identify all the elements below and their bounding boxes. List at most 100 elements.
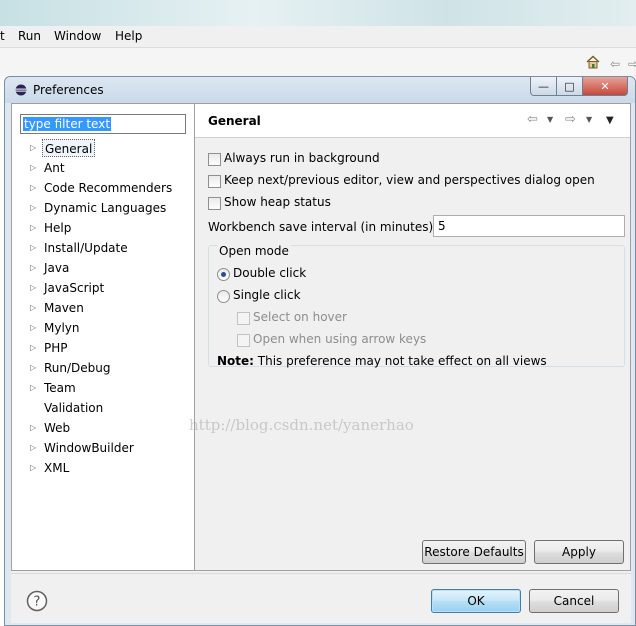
background-window-titlebar <box>0 0 636 26</box>
tree-item-help[interactable]: ▷ Help <box>12 218 194 238</box>
tree-item-general[interactable]: ▷ General <box>12 138 194 158</box>
watermark: http://blog.csdn.net/yanerhao <box>189 416 414 434</box>
menu-item-help[interactable]: Help <box>115 29 142 43</box>
page-title: General <box>208 114 261 128</box>
maximize-button[interactable]: □ <box>557 77 583 96</box>
view-menu-icon[interactable]: ▼ <box>606 115 614 126</box>
expand-arrow-icon[interactable]: ▷ <box>30 338 36 358</box>
tree-item-label: JavaScript <box>44 281 105 295</box>
home-icon[interactable] <box>586 55 600 69</box>
expand-arrow-icon[interactable]: ▷ <box>30 238 36 258</box>
open-mode-note: Note: This preference may not take effec… <box>217 354 547 368</box>
note-label: Note: <box>217 354 254 368</box>
filter-input[interactable]: type filter text <box>20 114 186 134</box>
expand-arrow-icon[interactable]: ▷ <box>30 298 36 318</box>
tree-item-label: Mylyn <box>44 321 80 335</box>
help-icon[interactable]: ? <box>26 590 48 612</box>
expand-arrow-icon[interactable]: ▷ <box>30 158 36 178</box>
expand-arrow-icon[interactable]: ▷ <box>30 378 36 398</box>
minimize-button[interactable]: — <box>530 77 557 96</box>
svg-text:?: ? <box>34 595 41 610</box>
tree-item-windowbuilder[interactable]: ▷ WindowBuilder <box>12 438 194 458</box>
tree-item-label: Code Recommenders <box>44 181 173 195</box>
tree-item-install-update[interactable]: ▷ Install/Update <box>12 238 194 258</box>
expand-arrow-icon[interactable]: ▷ <box>30 258 36 278</box>
restore-defaults-button[interactable]: Restore Defaults <box>422 540 526 564</box>
tree-item-label: Dynamic Languages <box>44 201 167 215</box>
expand-arrow-icon[interactable]: ▷ <box>30 318 36 338</box>
ok-button[interactable]: OK <box>431 589 521 613</box>
tree-item-validation[interactable]: Validation <box>12 398 194 418</box>
radio-label: Double click <box>233 266 307 280</box>
checkbox-box[interactable] <box>208 197 221 210</box>
expand-arrow-icon[interactable]: ▷ <box>30 198 36 218</box>
expand-arrow-icon[interactable]: ▷ <box>30 138 36 158</box>
forward-arrow-icon[interactable]: ⇨ <box>628 57 636 71</box>
preferences-dialog: Preferences — □ ✕ type filter text ▷ Gen… <box>4 76 636 626</box>
expand-arrow-icon[interactable]: ▷ <box>30 438 36 458</box>
preferences-tree-panel: type filter text ▷ General ▷ Ant ▷ Code … <box>11 103 195 571</box>
tree-item-mylyn[interactable]: ▷ Mylyn <box>12 318 194 338</box>
note-text: This preference may not take effect on a… <box>253 354 547 368</box>
tree-item-label: Maven <box>44 301 84 315</box>
forward-arrow-icon[interactable]: ⇨ <box>565 112 576 127</box>
window-controls: — □ ✕ <box>530 77 628 97</box>
tree-item-label: Java <box>44 261 70 275</box>
checkbox-label: Keep next/previous editor, view and pers… <box>224 173 595 187</box>
tree-item-label: WindowBuilder <box>44 441 134 455</box>
chevron-down-icon[interactable]: ▼ <box>586 115 592 124</box>
tree-item-label: General <box>42 139 96 157</box>
radio-button[interactable] <box>217 268 230 281</box>
background-toolbar <box>0 48 636 76</box>
preferences-tree: ▷ General ▷ Ant ▷ Code Recommenders ▷ Dy… <box>12 138 194 478</box>
dialog-titlebar[interactable]: Preferences — □ ✕ <box>5 77 635 103</box>
tree-item-label: Help <box>44 221 72 235</box>
expand-arrow-icon[interactable]: ▷ <box>30 278 36 298</box>
tree-item-javascript[interactable]: ▷ JavaScript <box>12 278 194 298</box>
close-button[interactable]: ✕ <box>583 77 628 96</box>
expand-arrow-icon[interactable]: ▷ <box>30 418 36 438</box>
tree-item-label: PHP <box>44 341 68 355</box>
checkbox-label: Always run in background <box>224 151 380 165</box>
tree-item-label: XML <box>44 461 70 475</box>
save-interval-input[interactable]: 5 <box>433 215 625 237</box>
tree-item-dynamic-languages[interactable]: ▷ Dynamic Languages <box>12 198 194 218</box>
filter-text: type filter text <box>23 117 112 131</box>
radio-label: Single click <box>233 288 301 302</box>
eclipse-icon <box>15 84 27 96</box>
checkbox-label: Open when using arrow keys <box>253 332 427 346</box>
tree-item-ant[interactable]: ▷ Ant <box>12 158 194 178</box>
background-menubar: t Run Window Help <box>0 26 636 48</box>
dialog-title: Preferences <box>33 83 104 97</box>
expand-arrow-icon[interactable]: ▷ <box>30 178 36 198</box>
tree-item-web[interactable]: ▷ Web <box>12 418 194 438</box>
tree-item-xml[interactable]: ▷ XML <box>12 458 194 478</box>
tree-item-maven[interactable]: ▷ Maven <box>12 298 194 318</box>
back-arrow-icon[interactable]: ⇦ <box>527 112 538 127</box>
checkbox-label: Select on hover <box>253 310 347 324</box>
menu-item-run[interactable]: Run <box>18 29 41 43</box>
save-interval-label: Workbench save interval (in minutes): <box>208 220 438 234</box>
back-arrow-icon[interactable]: ⇦ <box>610 57 620 71</box>
checkbox-box <box>237 334 250 347</box>
tree-item-run-debug[interactable]: ▷ Run/Debug <box>12 358 194 378</box>
expand-arrow-icon[interactable]: ▷ <box>30 218 36 238</box>
cancel-button[interactable]: Cancel <box>529 589 619 613</box>
dialog-button-bar: ? OK Cancel <box>11 573 631 623</box>
tree-item-team[interactable]: ▷ Team <box>12 378 194 398</box>
dialog-client-area: type filter text ▷ General ▷ Ant ▷ Code … <box>11 103 631 623</box>
tree-item-label: Web <box>44 421 71 435</box>
chevron-down-icon[interactable]: ▼ <box>547 115 553 124</box>
menu-item-partial[interactable]: t <box>0 29 5 43</box>
checkbox-box[interactable] <box>208 153 221 166</box>
tree-item-code-recommenders[interactable]: ▷ Code Recommenders <box>12 178 194 198</box>
tree-item-php[interactable]: ▷ PHP <box>12 338 194 358</box>
expand-arrow-icon[interactable]: ▷ <box>30 358 36 378</box>
menu-item-window[interactable]: Window <box>54 29 101 43</box>
tree-item-java[interactable]: ▷ Java <box>12 258 194 278</box>
apply-button[interactable]: Apply <box>534 540 624 564</box>
tree-item-label: Ant <box>44 161 65 175</box>
expand-arrow-icon[interactable]: ▷ <box>30 458 36 478</box>
checkbox-box[interactable] <box>208 175 221 188</box>
radio-button[interactable] <box>217 290 230 303</box>
